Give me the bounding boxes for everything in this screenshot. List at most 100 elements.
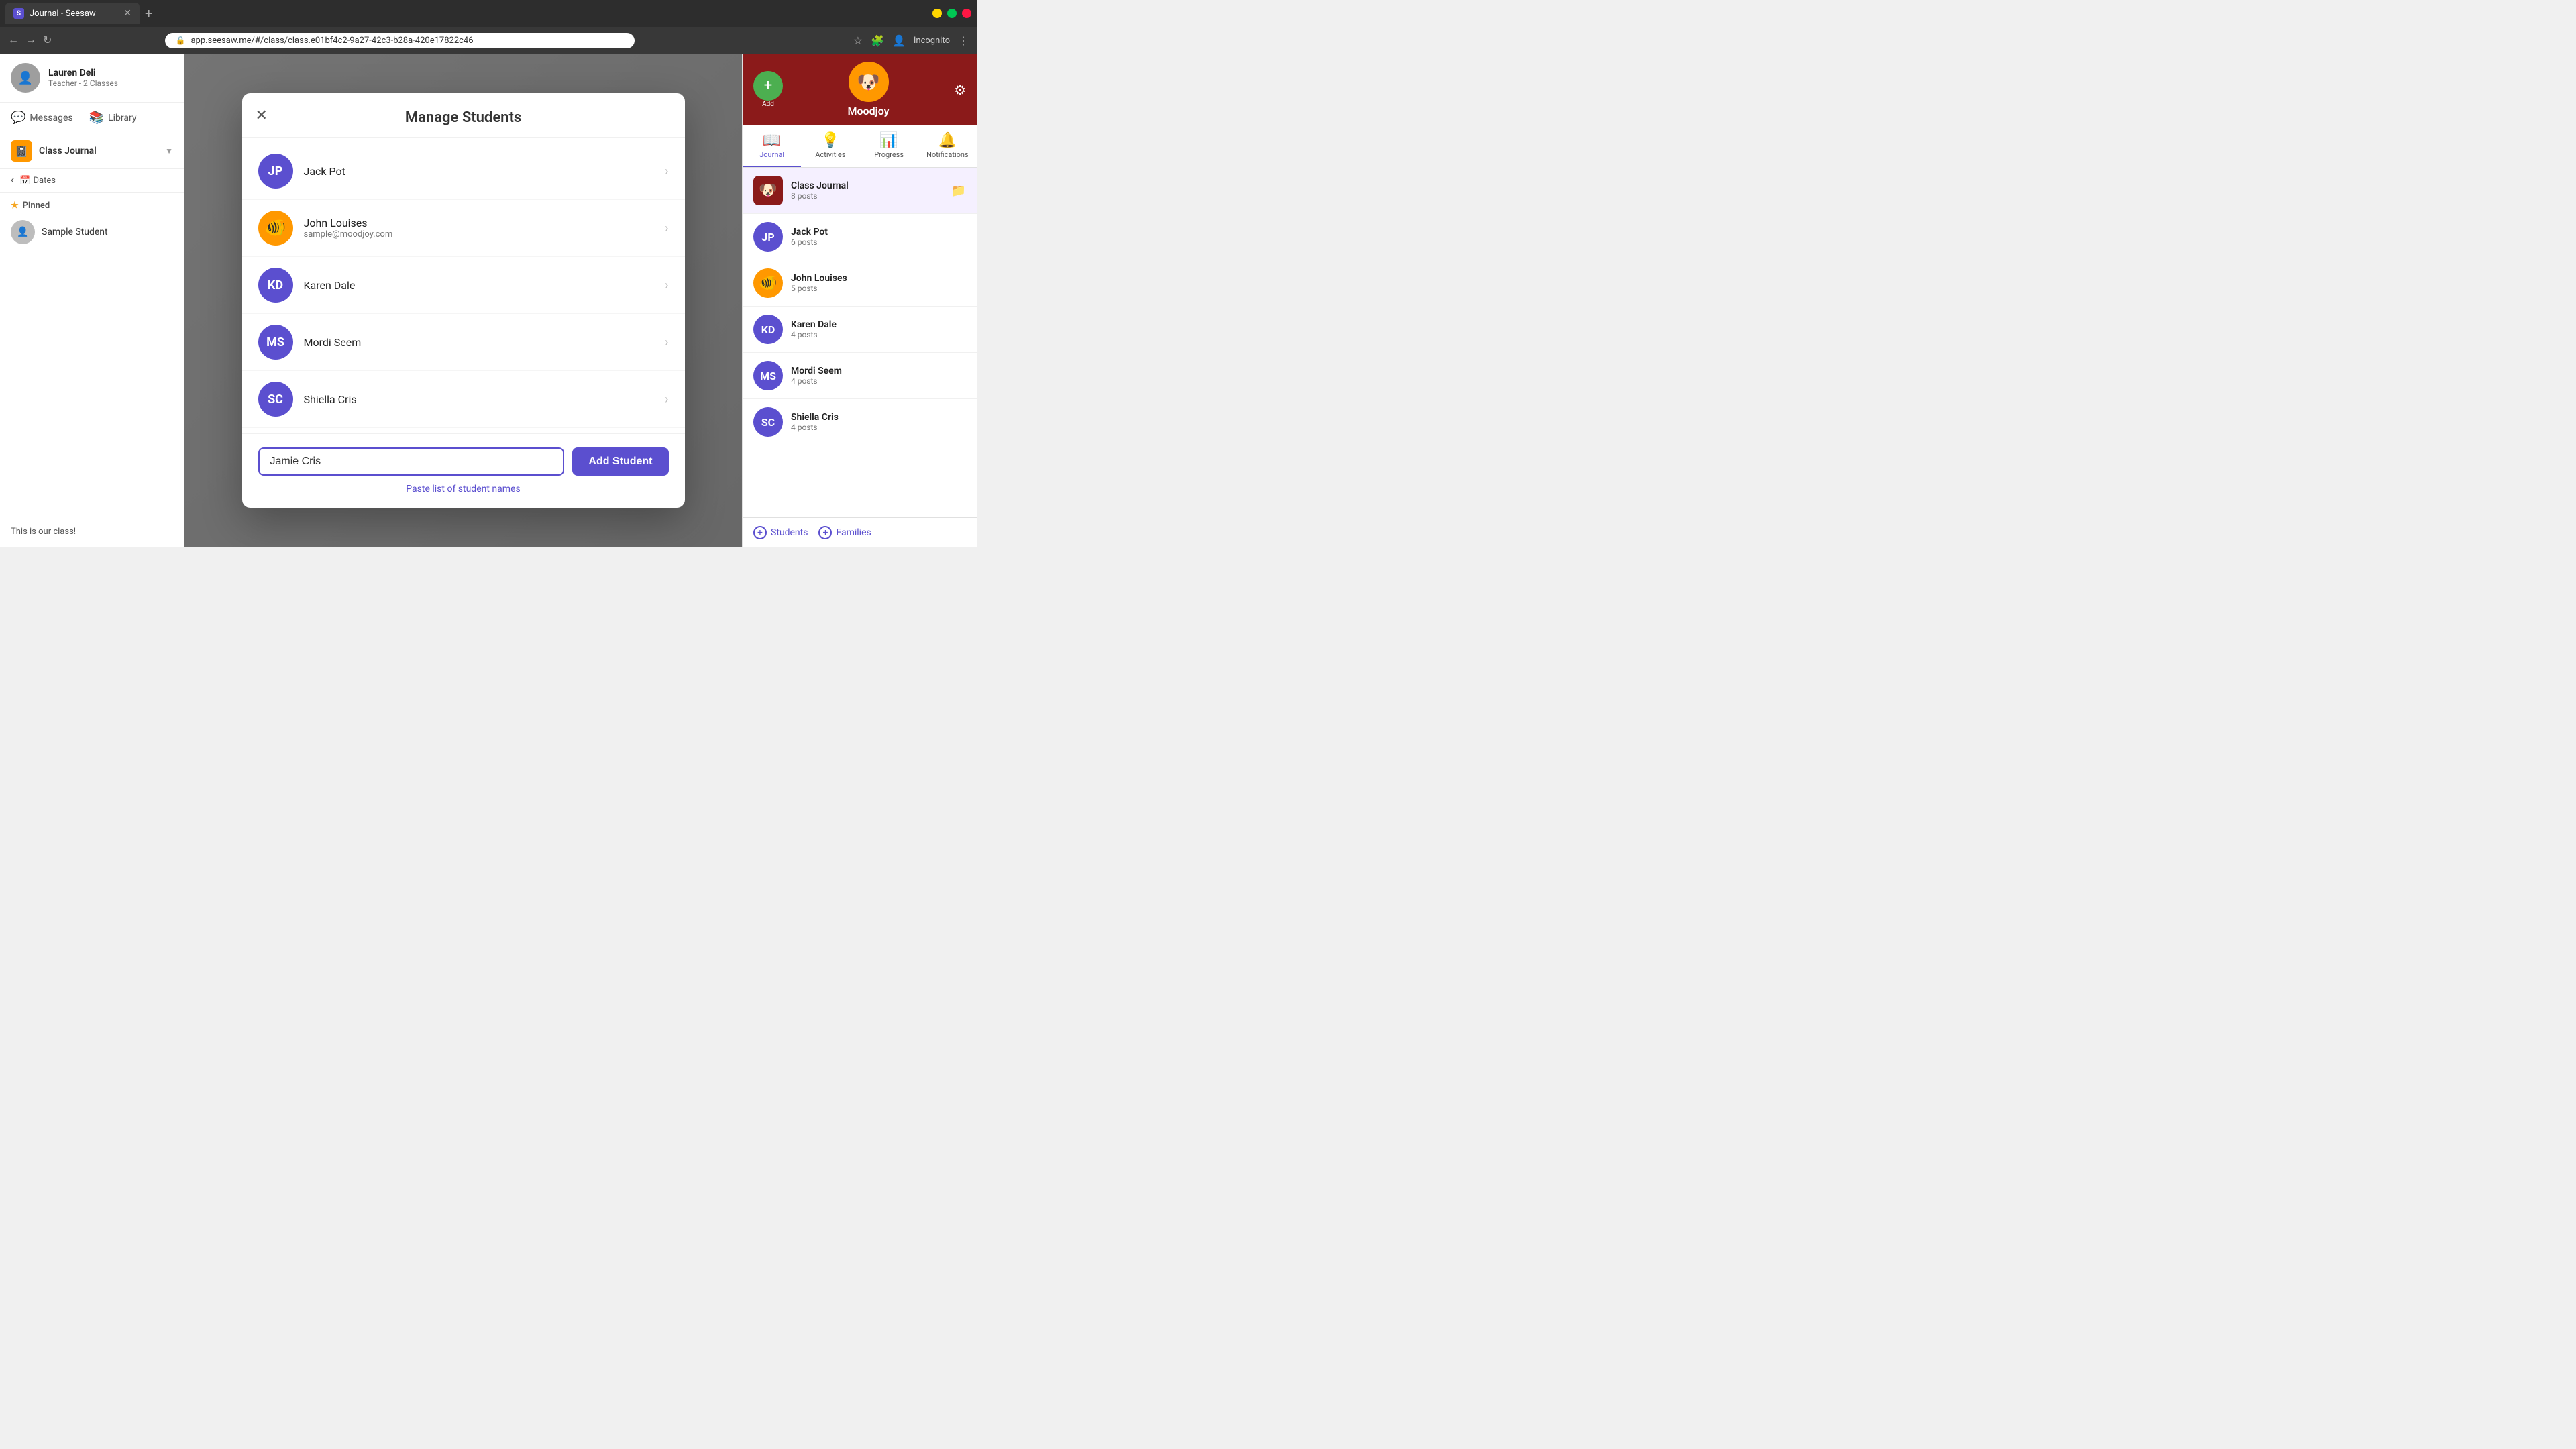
teacher-avatar: 👤: [11, 63, 40, 93]
teacher-name: Lauren Deli: [48, 68, 118, 78]
modal-overlay[interactable]: ✕ Manage Students JP Jack Pot ›: [184, 54, 742, 547]
add-student-input[interactable]: [258, 447, 565, 476]
browser-tab[interactable]: S Journal - Seesaw ✕: [5, 3, 140, 24]
chevron-right-icon: ›: [665, 335, 668, 350]
minimize-button[interactable]: [932, 9, 942, 18]
modal-footer: Add Student Paste list of student names: [242, 433, 685, 508]
plus-circle-families-icon: +: [818, 526, 832, 539]
class-journal-name: Class Journal: [791, 180, 849, 191]
student-row[interactable]: SC Shiella Cris ›: [242, 371, 685, 428]
right-header: + Add 🐶 Moodjoy ⚙: [743, 54, 977, 125]
browser-actions: ☆ 🧩 👤 Incognito ⋮: [853, 34, 969, 47]
calendar-icon: 📅: [19, 176, 30, 186]
back-button[interactable]: ←: [8, 34, 19, 46]
student-row[interactable]: JP Jack Pot ›: [242, 143, 685, 200]
journal-item-jp[interactable]: JP Jack Pot 6 posts: [743, 214, 977, 260]
progress-nav-icon: 📊: [879, 132, 898, 149]
students-bottom-label: Students: [771, 527, 808, 538]
journal-avatar-jp: JP: [753, 222, 783, 252]
activities-nav-label: Activities: [815, 150, 845, 159]
journal-info-ms: Mordi Seem 4 posts: [791, 366, 842, 386]
right-header-center: 🐶 Moodjoy: [847, 62, 889, 117]
modal-close-button[interactable]: ✕: [256, 107, 268, 124]
star-icon[interactable]: ☆: [853, 34, 863, 47]
nav-activities[interactable]: 💡 Activities: [801, 125, 859, 167]
journal-nav-label: Journal: [759, 150, 784, 159]
journal-item-ms[interactable]: MS Mordi Seem 4 posts: [743, 353, 977, 399]
messages-nav[interactable]: 💬 Messages: [11, 108, 73, 127]
right-bottom-nav: + Students + Families: [743, 517, 977, 547]
pinned-section: ★ Pinned: [0, 193, 184, 213]
messages-icon: 💬: [11, 111, 25, 125]
refresh-button[interactable]: ↻: [43, 34, 52, 47]
modal-title: Manage Students: [405, 109, 521, 126]
class-icon: 📓: [11, 140, 32, 162]
student-row[interactable]: KD Karen Dale ›: [242, 257, 685, 314]
bottom-text: This is our class!: [0, 516, 184, 547]
student-info-jp: Jack Pot: [304, 165, 345, 178]
incognito-label: Incognito: [914, 36, 950, 46]
url-bar[interactable]: 🔒 app.seesaw.me/#/class/class.e01bf4c2-9…: [165, 33, 635, 48]
left-sidebar: 👤 Lauren Deli Teacher - 2 Classes 💬 Mess…: [0, 54, 184, 547]
restore-button[interactable]: [947, 9, 957, 18]
teacher-info: Lauren Deli Teacher - 2 Classes: [48, 68, 118, 88]
families-bottom-label: Families: [836, 527, 871, 538]
settings-icon[interactable]: ⚙: [954, 82, 966, 98]
lock-icon: 🔒: [176, 36, 186, 45]
class-selector[interactable]: 📓 Class Journal ▼: [0, 133, 184, 169]
student-info-jl: John Louises sample@moodjoy.com: [304, 217, 393, 239]
student-row[interactable]: MS Mordi Seem ›: [242, 314, 685, 371]
chevron-right-icon: ›: [665, 392, 668, 407]
chevron-right-icon: ›: [665, 278, 668, 292]
activities-nav-icon: 💡: [821, 132, 839, 149]
close-button[interactable]: [962, 9, 971, 18]
new-tab-button[interactable]: +: [145, 5, 152, 21]
nav-progress[interactable]: 📊 Progress: [860, 125, 918, 167]
journal-avatar-kd: KD: [753, 315, 783, 344]
forward-button[interactable]: →: [25, 34, 36, 46]
plus-circle-icon: +: [753, 526, 767, 539]
nav-notifications[interactable]: 🔔 Notifications: [918, 125, 977, 167]
journal-item-sc[interactable]: SC Shiella Cris 4 posts: [743, 399, 977, 445]
add-student-button[interactable]: Add Student: [572, 447, 668, 476]
date-back-button[interactable]: ‹: [11, 174, 14, 186]
journal-info-jl: John Louises 5 posts: [791, 273, 847, 293]
date-nav: ‹ 📅 Dates: [0, 169, 184, 193]
app-container: 👤 Lauren Deli Teacher - 2 Classes 💬 Mess…: [0, 54, 977, 547]
journal-avatar-jl: 🐠: [753, 268, 783, 298]
families-bottom-btn[interactable]: + Families: [818, 526, 871, 539]
add-button[interactable]: +: [753, 71, 783, 101]
library-icon: 📚: [89, 111, 104, 125]
profile-icon[interactable]: 👤: [892, 34, 906, 47]
student-row[interactable]: 🐠 John Louises sample@moodjoy.com ›: [242, 200, 685, 257]
chevron-down-icon: ▼: [165, 146, 173, 156]
folder-icon[interactable]: 📁: [951, 184, 966, 198]
chevron-right-icon: ›: [665, 221, 668, 235]
journal-info-sc: Shiella Cris 4 posts: [791, 412, 839, 432]
right-panel: + Add 🐶 Moodjoy ⚙ 📖 Journal 💡 Activities…: [742, 54, 977, 547]
pinned-label: ★ Pinned: [11, 201, 173, 211]
tab-close-button[interactable]: ✕: [123, 8, 131, 19]
student-info-sc: Shiella Cris: [304, 393, 357, 406]
favicon: S: [13, 8, 24, 19]
journal-item-jl[interactable]: 🐠 John Louises 5 posts: [743, 260, 977, 307]
library-nav[interactable]: 📚 Library: [89, 108, 137, 127]
nav-journal[interactable]: 📖 Journal: [743, 125, 801, 167]
students-bottom-btn[interactable]: + Students: [753, 526, 808, 539]
class-journal-item[interactable]: 🐶 Class Journal 8 posts 📁: [743, 168, 977, 214]
notifications-nav-icon: 🔔: [938, 132, 957, 149]
paste-list-link[interactable]: Paste list of student names: [406, 484, 520, 494]
notifications-nav-label: Notifications: [926, 150, 969, 159]
class-name: Class Journal: [39, 146, 158, 156]
extensions-icon[interactable]: 🧩: [871, 34, 884, 47]
browser-chrome: S Journal - Seesaw ✕ +: [0, 0, 977, 27]
student-avatar-ms: MS: [258, 325, 293, 360]
modal-body: JP Jack Pot › 🐠 John Louises: [242, 138, 685, 433]
right-nav: 📖 Journal 💡 Activities 📊 Progress 🔔 Noti…: [743, 125, 977, 168]
menu-icon[interactable]: ⋮: [958, 34, 969, 47]
star-icon: ★: [11, 201, 19, 211]
sample-student-item[interactable]: 👤 Sample Student: [0, 213, 184, 251]
top-nav: 💬 Messages 📚 Library: [0, 103, 184, 133]
journal-item-kd[interactable]: KD Karen Dale 4 posts: [743, 307, 977, 353]
journal-avatar-sc: SC: [753, 407, 783, 437]
